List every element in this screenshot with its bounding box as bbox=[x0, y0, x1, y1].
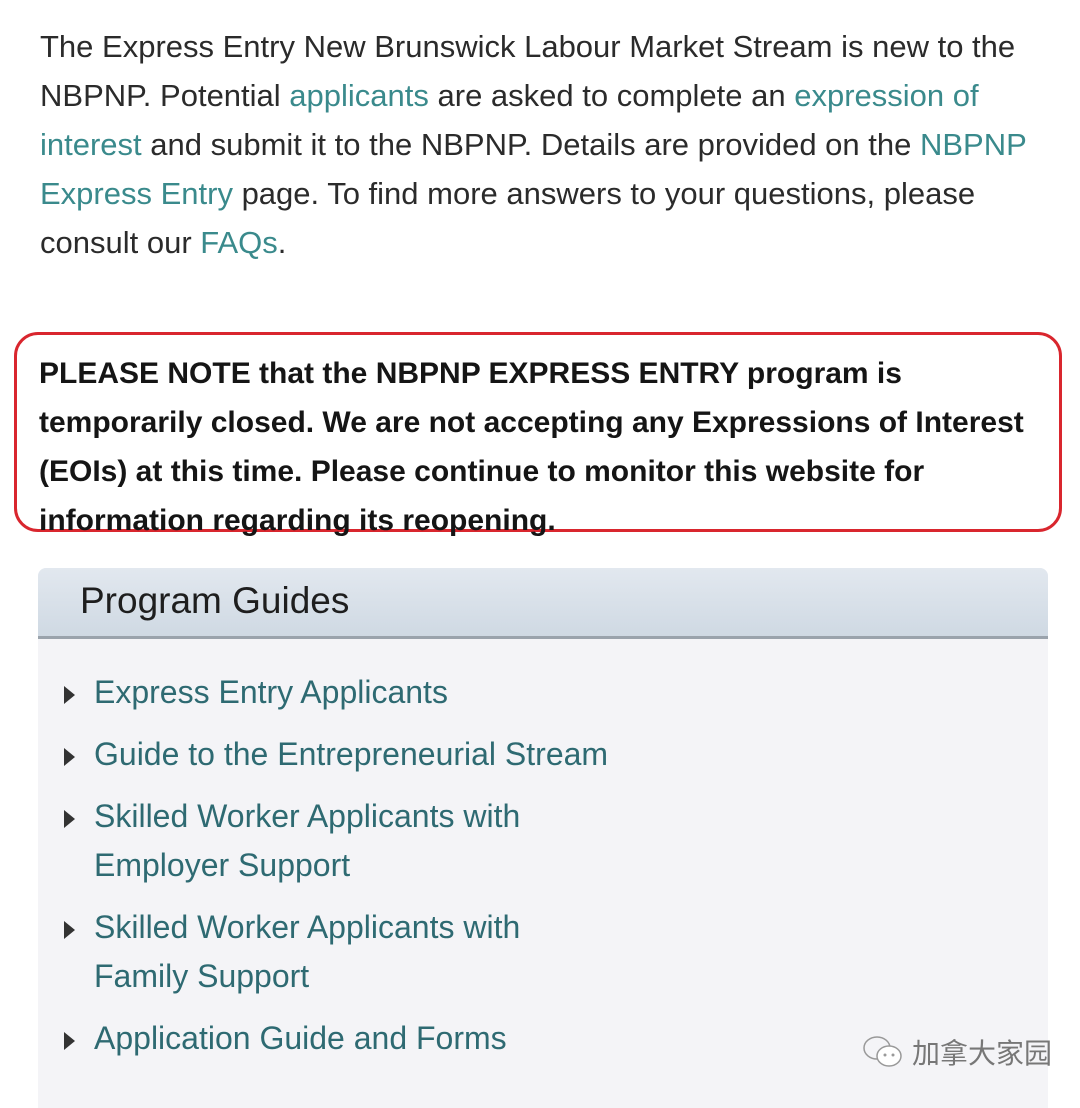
guide-item[interactable]: Express Entry Applicants bbox=[64, 668, 654, 717]
bullet-arrow-icon bbox=[64, 748, 75, 766]
guide-item[interactable]: Skilled Worker Applicants with Employer … bbox=[64, 792, 594, 890]
guide-item[interactable]: Skilled Worker Applicants with Family Su… bbox=[64, 903, 594, 1001]
guide-link[interactable]: Express Entry Applicants bbox=[94, 674, 448, 710]
panel-header: Program Guides bbox=[38, 568, 1048, 639]
guide-link[interactable]: Guide to the Entrepreneurial Stream bbox=[94, 736, 608, 772]
intro-paragraph: The Express Entry New Brunswick Labour M… bbox=[40, 22, 1075, 267]
watermark-text: 加拿大家园 bbox=[912, 1038, 1053, 1069]
intro-text: are asked to complete an bbox=[428, 78, 795, 113]
bullet-arrow-icon bbox=[64, 921, 75, 939]
intro-text: and submit it to the NBPNP. Details are … bbox=[141, 127, 920, 162]
intro-text: . bbox=[277, 225, 287, 260]
guide-item[interactable]: Application Guide and Forms bbox=[64, 1014, 654, 1063]
program-guides-panel: Program Guides Express Entry Applicants … bbox=[38, 568, 1048, 1108]
panel-title: Program Guides bbox=[80, 580, 350, 621]
applicants-link[interactable]: applicants bbox=[289, 78, 429, 113]
bullet-arrow-icon bbox=[64, 810, 75, 828]
bullet-arrow-icon bbox=[64, 1032, 75, 1050]
bullet-arrow-icon bbox=[64, 686, 75, 704]
wechat-icon bbox=[863, 1036, 902, 1067]
watermark: 加拿大家园 bbox=[862, 1032, 1052, 1072]
guide-link[interactable]: Application Guide and Forms bbox=[94, 1020, 507, 1056]
guide-link[interactable]: Skilled Worker Applicants with Employer … bbox=[94, 798, 520, 883]
guide-list: Express Entry Applicants Guide to the En… bbox=[64, 668, 654, 1076]
guide-link[interactable]: Skilled Worker Applicants with Family Su… bbox=[94, 909, 520, 994]
faqs-link[interactable]: FAQs bbox=[200, 225, 278, 260]
closure-notice: PLEASE NOTE that the NBPNP EXPRESS ENTRY… bbox=[14, 332, 1062, 537]
guide-item[interactable]: Guide to the Entrepreneurial Stream bbox=[64, 730, 654, 779]
